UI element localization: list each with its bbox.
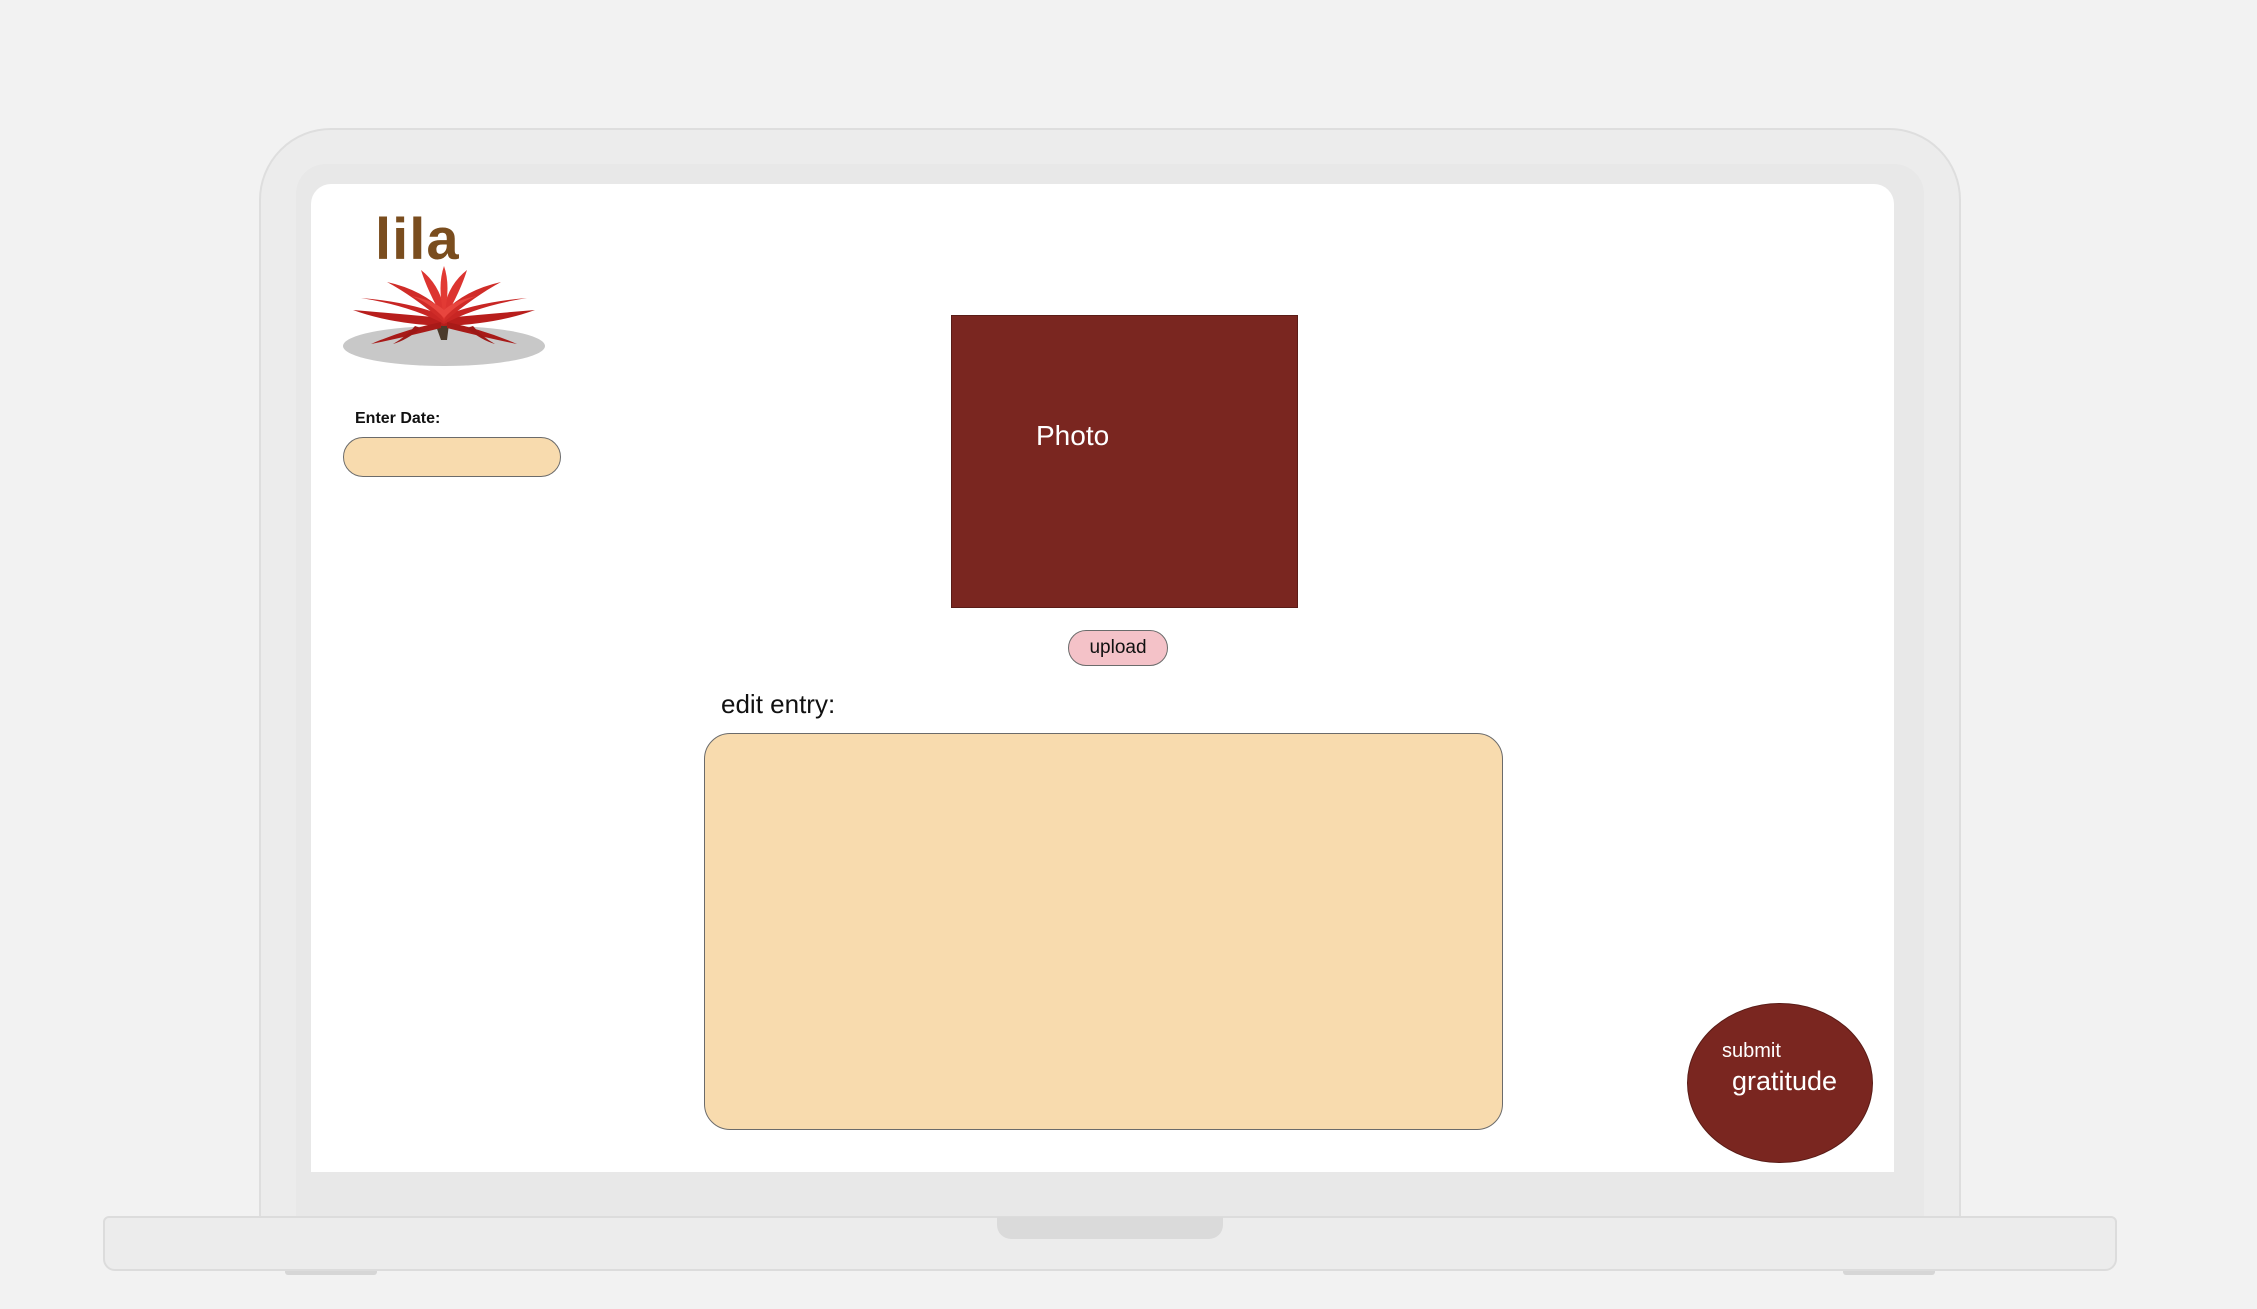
- lotus-icon: [343, 266, 545, 366]
- date-input[interactable]: [343, 437, 561, 477]
- laptop-notch: [997, 1217, 1223, 1239]
- app-title: lila: [375, 207, 460, 272]
- photo-placeholder: Photo: [951, 315, 1298, 608]
- photo-label: Photo: [1036, 420, 1110, 451]
- date-label: Enter Date:: [355, 410, 441, 427]
- app-screen: lila Enter Date: Photo upload edit entry…: [311, 184, 1894, 1172]
- laptop-foot-right: [1843, 1271, 1935, 1275]
- entry-textarea[interactable]: [704, 733, 1503, 1130]
- laptop-foot-left: [285, 1271, 377, 1275]
- page: lila Enter Date: Photo upload edit entry…: [0, 0, 2257, 1309]
- submit-gratitude-button[interactable]: submit gratitude: [1687, 1003, 1873, 1163]
- submit-label-line1: submit: [1722, 1040, 1781, 1062]
- entry-label: edit entry:: [721, 689, 836, 719]
- submit-label-line2: gratitude: [1732, 1066, 1838, 1096]
- upload-button[interactable]: upload: [1068, 630, 1168, 666]
